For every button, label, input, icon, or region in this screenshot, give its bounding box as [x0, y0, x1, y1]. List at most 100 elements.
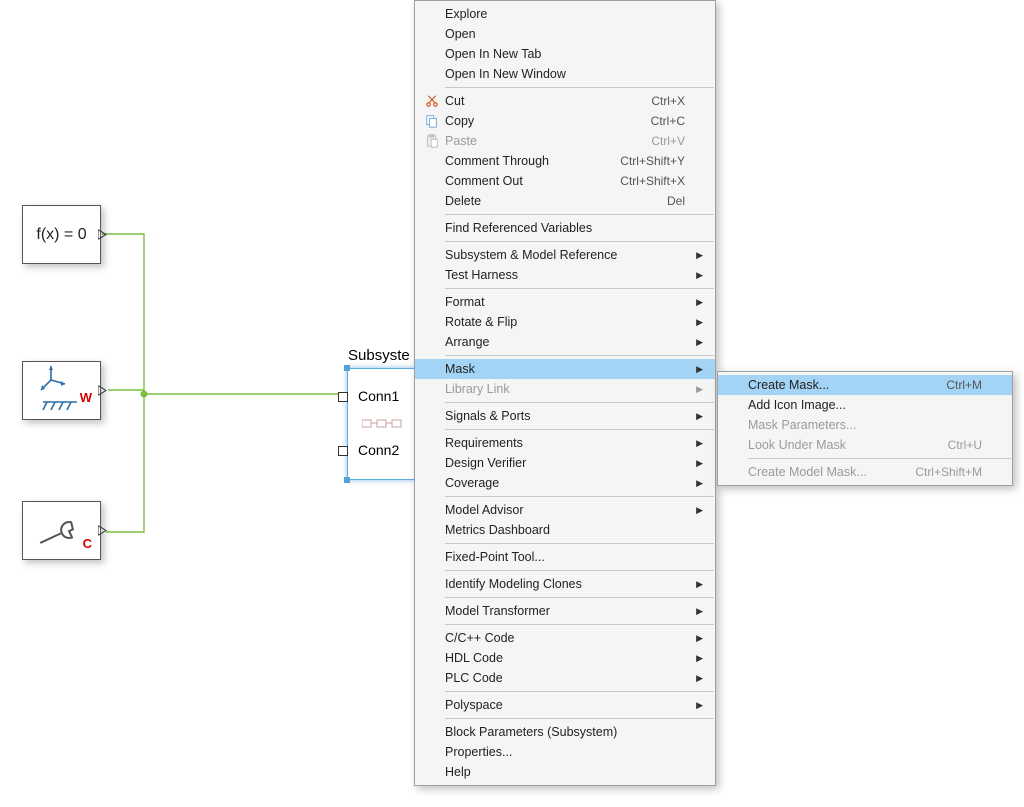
- world-frame-block[interactable]: W: [22, 361, 101, 420]
- selection-handle[interactable]: [344, 477, 350, 483]
- output-port-icon: [98, 385, 108, 395]
- submenu-arrow-icon: ▶: [685, 478, 703, 489]
- menu-item-label: Open In New Tab: [443, 47, 665, 61]
- mechanism-configuration-block[interactable]: C: [22, 501, 101, 560]
- submenu-arrow-icon: ▶: [685, 653, 703, 664]
- mask-submenu-item-create-model-mask: Create Model Mask...Ctrl+Shift+M: [718, 462, 1012, 482]
- menu-item-label: Identify Modeling Clones: [443, 577, 665, 591]
- paste-icon: [421, 134, 443, 148]
- subsystem-glyph: [362, 417, 402, 431]
- input-port-2[interactable]: [338, 446, 348, 456]
- model-canvas[interactable]: f(x) = 0 W: [0, 0, 1024, 807]
- submenu-arrow-icon: ▶: [685, 633, 703, 644]
- ctx-item-signals-ports[interactable]: Signals & Ports ▶: [415, 406, 715, 426]
- ctx-item-coverage[interactable]: Coverage ▶: [415, 473, 715, 493]
- submenu-arrow-icon: ▶: [685, 337, 703, 348]
- mask-submenu-item-create-mask[interactable]: Create Mask...Ctrl+M: [718, 375, 1012, 395]
- ctx-item-model-advisor[interactable]: Model Advisor ▶: [415, 500, 715, 520]
- menu-item-label: Coverage: [443, 476, 665, 490]
- submenu-arrow-icon: ▶: [685, 411, 703, 422]
- menu-item-label: Add Icon Image...: [746, 398, 962, 412]
- menu-separator: [445, 543, 714, 544]
- menu-item-label: HDL Code: [443, 651, 665, 665]
- menu-item-label: Model Advisor: [443, 503, 665, 517]
- menu-item-shortcut: Ctrl+U: [928, 438, 982, 452]
- ctx-item-paste: PasteCtrl+V: [415, 131, 715, 151]
- solver-configuration-block[interactable]: f(x) = 0: [22, 205, 101, 264]
- ctx-item-requirements[interactable]: Requirements▶: [415, 433, 715, 453]
- menu-item-label: Requirements: [443, 436, 665, 450]
- mask-submenu[interactable]: Create Mask...Ctrl+MAdd Icon Image...Mas…: [717, 371, 1013, 486]
- copy-icon: [421, 114, 443, 128]
- menu-item-label: Create Mask...: [746, 378, 926, 392]
- menu-item-label: Fixed-Point Tool...: [443, 550, 665, 564]
- submenu-arrow-icon: ▶: [685, 250, 703, 261]
- menu-item-label: Rotate & Flip: [443, 315, 665, 329]
- ctx-item-open[interactable]: Open: [415, 24, 715, 44]
- ctx-item-design-verifier[interactable]: Design Verifier▶: [415, 453, 715, 473]
- ctx-item-plc-code[interactable]: PLC Code▶: [415, 668, 715, 688]
- menu-separator: [445, 288, 714, 289]
- ctx-item-open-in-new-tab[interactable]: Open In New Tab: [415, 44, 715, 64]
- submenu-arrow-icon: ▶: [685, 458, 703, 469]
- ctx-item-mask[interactable]: Mask▶: [415, 359, 715, 379]
- menu-separator: [445, 570, 714, 571]
- menu-item-label: Signals & Ports: [443, 409, 665, 423]
- ctx-item-open-in-new-window[interactable]: Open In New Window: [415, 64, 715, 84]
- ctx-item-library-link: Library Link▶: [415, 379, 715, 399]
- ctx-item-c-c-code[interactable]: C/C++ Code ▶: [415, 628, 715, 648]
- selection-handle[interactable]: [344, 365, 350, 371]
- menu-separator: [748, 458, 1011, 459]
- ctx-item-cut[interactable]: CutCtrl+X: [415, 91, 715, 111]
- output-port-icon: [98, 525, 108, 535]
- menu-item-label: Look Under Mask: [746, 438, 928, 452]
- ctx-item-format[interactable]: Format▶: [415, 292, 715, 312]
- ctx-item-delete[interactable]: DeleteDel: [415, 191, 715, 211]
- ctx-item-copy[interactable]: CopyCtrl+C: [415, 111, 715, 131]
- ctx-item-subsystem-model-reference[interactable]: Subsystem & Model Reference ▶: [415, 245, 715, 265]
- submenu-arrow-icon: ▶: [685, 384, 703, 395]
- menu-item-label: Polyspace: [443, 698, 665, 712]
- subsystem-block[interactable]: Subsyste Conn1 Conn2: [347, 368, 419, 480]
- menu-item-label: Create Model Mask...: [746, 465, 895, 479]
- menu-item-label: Comment Out: [443, 174, 600, 188]
- ctx-item-arrange[interactable]: Arrange▶: [415, 332, 715, 352]
- ctx-item-comment-out[interactable]: Comment OutCtrl+Shift+X: [415, 171, 715, 191]
- menu-item-label: Subsystem & Model Reference: [443, 248, 665, 262]
- ctx-item-metrics-dashboard[interactable]: Metrics Dashboard: [415, 520, 715, 540]
- mask-submenu-item-look-under-mask: Look Under MaskCtrl+U: [718, 435, 1012, 455]
- menu-item-label: Format: [443, 295, 665, 309]
- ctx-item-comment-through[interactable]: Comment ThroughCtrl+Shift+Y: [415, 151, 715, 171]
- ctx-item-fixed-point-tool[interactable]: Fixed-Point Tool...: [415, 547, 715, 567]
- menu-item-shortcut: Ctrl+M: [926, 378, 982, 392]
- menu-separator: [445, 241, 714, 242]
- context-menu[interactable]: Explore Open Open In New Tab Open In New Wi…: [414, 0, 716, 786]
- ctx-item-explore[interactable]: Explore: [415, 4, 715, 24]
- world-frame-port-label: W: [80, 390, 92, 405]
- submenu-arrow-icon: ▶: [685, 505, 703, 516]
- menu-separator: [445, 624, 714, 625]
- menu-item-shortcut: Ctrl+X: [631, 94, 685, 108]
- mask-submenu-item-add-icon-image[interactable]: Add Icon Image...: [718, 395, 1012, 415]
- ctx-item-model-transformer[interactable]: Model Transformer▶: [415, 601, 715, 621]
- port-label-conn1: Conn1: [358, 388, 399, 404]
- menu-separator: [445, 496, 714, 497]
- ctx-item-polyspace[interactable]: Polyspace▶: [415, 695, 715, 715]
- menu-item-shortcut: Ctrl+V: [631, 134, 685, 148]
- input-port-1[interactable]: [338, 392, 348, 402]
- menu-item-label: C/C++ Code: [443, 631, 665, 645]
- ctx-item-properties[interactable]: Properties...: [415, 742, 715, 762]
- ctx-item-find-referenced-variables[interactable]: Find Referenced Variables: [415, 218, 715, 238]
- ctx-item-rotate-flip[interactable]: Rotate & Flip▶: [415, 312, 715, 332]
- menu-item-shortcut: Ctrl+Shift+X: [600, 174, 685, 188]
- port-label-conn2: Conn2: [358, 442, 399, 458]
- menu-item-label: Open: [443, 27, 665, 41]
- menu-item-label: Model Transformer: [443, 604, 665, 618]
- ctx-item-block-parameters-subsystem[interactable]: Block Parameters (Subsystem): [415, 722, 715, 742]
- ctx-item-hdl-code[interactable]: HDL Code ▶: [415, 648, 715, 668]
- menu-item-label: PLC Code: [443, 671, 665, 685]
- ctx-item-test-harness[interactable]: Test Harness▶: [415, 265, 715, 285]
- menu-separator: [445, 718, 714, 719]
- ctx-item-identify-modeling-clones[interactable]: Identify Modeling Clones▶: [415, 574, 715, 594]
- ctx-item-help[interactable]: Help: [415, 762, 715, 782]
